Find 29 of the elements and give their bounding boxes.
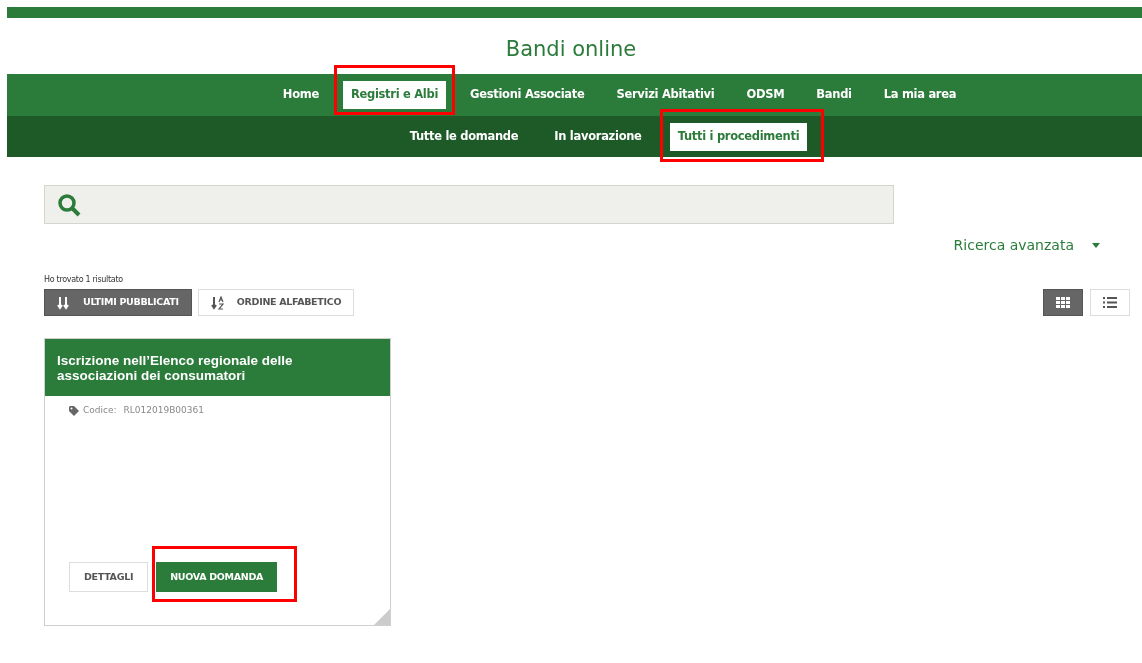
caret-icon bbox=[1092, 242, 1100, 248]
code-label: Codice: bbox=[83, 404, 117, 417]
sub-nav-tab[interactable]: In lavorazione bbox=[546, 122, 650, 151]
nav-tab[interactable]: Home bbox=[274, 81, 327, 109]
nav-tab[interactable]: Registri e Albi bbox=[342, 81, 447, 109]
nav-tab[interactable]: Servizi Abitativi bbox=[608, 81, 723, 109]
list-view-icon bbox=[1103, 296, 1117, 309]
nav-tab[interactable]: Bandi bbox=[808, 81, 860, 109]
nav-tab[interactable]: La mia area bbox=[875, 81, 965, 109]
search-field[interactable] bbox=[44, 185, 894, 224]
sort-button[interactable]: ULTIMI PUBBLICATI bbox=[44, 289, 192, 316]
sort-button[interactable]: ORDINE ALFABETICO bbox=[197, 289, 355, 316]
new-application-button[interactable]: NUOVA DOMANDA bbox=[156, 562, 278, 592]
sort-alpha-icon bbox=[210, 295, 225, 310]
sub-nav-tab[interactable]: Tutti i procedimenti bbox=[669, 122, 808, 151]
site-title: Bandi online bbox=[505, 36, 637, 63]
search-icon bbox=[57, 192, 81, 217]
view-toggle[interactable] bbox=[1043, 289, 1083, 316]
sub-nav-tab[interactable]: Tutte le domande bbox=[401, 122, 527, 151]
sort-down-icon bbox=[57, 295, 71, 310]
grid-view-icon bbox=[1056, 296, 1070, 309]
details-button[interactable]: DETTAGLI bbox=[69, 562, 149, 592]
nav-tab[interactable]: Gestioni Associate bbox=[462, 81, 593, 109]
nav-tab[interactable]: ODSM bbox=[738, 81, 793, 109]
code-value: RL012019B00361 bbox=[123, 404, 204, 417]
results-count: Ho trovato 1 risultato bbox=[44, 275, 123, 284]
tag-icon bbox=[69, 405, 79, 416]
advanced-search-toggle[interactable]: Ricerca avanzata bbox=[953, 235, 1074, 255]
card-title: Iscrizione nell’Elenco regionale delle associazioni dei consumatori bbox=[57, 352, 294, 383]
